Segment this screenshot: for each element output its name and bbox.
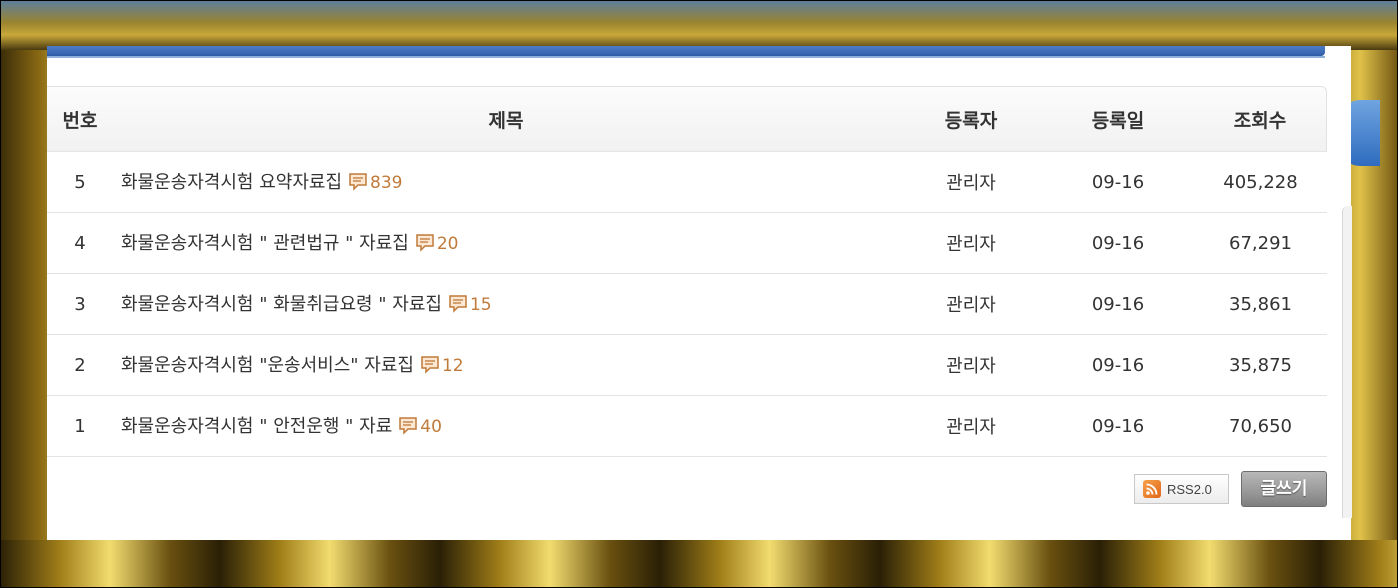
row-num: 2	[47, 335, 113, 396]
row-title-cell: 화물운송자격시험 "운송서비스" 자료집 12	[113, 335, 900, 396]
row-author: 관리자	[900, 396, 1042, 457]
row-views: 405,228	[1194, 152, 1327, 213]
comment-count[interactable]: 40	[420, 417, 442, 437]
post-title-link[interactable]: 화물운송자격시험 " 안전운행 " 자료	[121, 416, 392, 437]
panel-header-line	[47, 56, 1325, 58]
comment-count[interactable]: 12	[442, 356, 464, 376]
table-row: 4 화물운송자격시험 " 관련법규 " 자료집 20 관리자 09-16 67,291	[47, 213, 1327, 274]
row-num: 5	[47, 152, 113, 213]
speech-bubble-icon	[398, 416, 418, 441]
header-num: 번호	[47, 86, 113, 152]
header-author: 등록자	[900, 86, 1042, 152]
scrollbar[interactable]	[1342, 206, 1352, 518]
rss-button[interactable]: RSS2.0	[1134, 474, 1229, 504]
table-row: 2 화물운송자격시험 "운송서비스" 자료집 12 관리자 09-16 35,875	[47, 335, 1327, 396]
row-date: 09-16	[1042, 213, 1194, 274]
board-table-header: 번호 제목 등록자 등록일 조회수	[47, 86, 1327, 152]
post-title-link[interactable]: 화물운송자격시험 " 화물취급요령 " 자료집	[121, 294, 442, 315]
board-table-body: 5 화물운송자격시험 요약자료집 839 관리자 09-16 405,228 4 화물운송자격…	[47, 152, 1327, 457]
row-date: 09-16	[1042, 152, 1194, 213]
row-num: 4	[47, 213, 113, 274]
speech-bubble-icon	[348, 172, 368, 197]
panel-header-bar	[47, 46, 1325, 56]
row-views: 35,861	[1194, 274, 1327, 335]
row-title-cell: 화물운송자격시험 " 관련법규 " 자료집 20	[113, 213, 900, 274]
row-date: 09-16	[1042, 396, 1194, 457]
row-date: 09-16	[1042, 335, 1194, 396]
row-author: 관리자	[900, 213, 1042, 274]
table-row: 3 화물운송자격시험 " 화물취급요령 " 자료집 15 관리자 09-16 35,861	[47, 274, 1327, 335]
row-views: 35,875	[1194, 335, 1327, 396]
post-title-link[interactable]: 화물운송자격시험 "운송서비스" 자료집	[121, 355, 414, 376]
row-views: 70,650	[1194, 396, 1327, 457]
row-date: 09-16	[1042, 274, 1194, 335]
header-views: 조회수	[1194, 86, 1327, 152]
rss-feed-icon	[1143, 480, 1161, 498]
board-table: 번호 제목 등록자 등록일 조회수 5 화물운송자격시험 요약자료집 839 관리자 0…	[47, 86, 1327, 457]
comment-count[interactable]: 15	[470, 295, 492, 315]
row-title-cell: 화물운송자격시험 " 화물취급요령 " 자료집 15	[113, 274, 900, 335]
header-date: 등록일	[1042, 86, 1194, 152]
comment-count[interactable]: 20	[437, 234, 459, 254]
background-bottom	[0, 540, 1398, 588]
speech-bubble-icon	[448, 294, 468, 319]
speech-bubble-icon	[420, 355, 440, 380]
row-views: 67,291	[1194, 213, 1327, 274]
speech-bubble-icon	[415, 233, 435, 258]
post-title-link[interactable]: 화물운송자격시험 요약자료집	[121, 172, 342, 193]
comment-count[interactable]: 839	[370, 173, 402, 193]
row-num: 3	[47, 274, 113, 335]
header-title: 제목	[113, 86, 900, 152]
row-author: 관리자	[900, 274, 1042, 335]
background-top	[0, 0, 1398, 50]
row-num: 1	[47, 396, 113, 457]
table-row: 1 화물운송자격시험 " 안전운행 " 자료 40 관리자 09-16 70,650	[47, 396, 1327, 457]
row-title-cell: 화물운송자격시험 " 안전운행 " 자료 40	[113, 396, 900, 457]
table-row: 5 화물운송자격시험 요약자료집 839 관리자 09-16 405,228	[47, 152, 1327, 213]
rss-label: RSS2.0	[1167, 481, 1212, 497]
post-title-link[interactable]: 화물운송자격시험 " 관련법규 " 자료집	[121, 233, 409, 254]
row-title-cell: 화물운송자격시험 요약자료집 839	[113, 152, 900, 213]
write-post-button[interactable]: 글쓰기	[1241, 471, 1327, 507]
row-author: 관리자	[900, 335, 1042, 396]
row-author: 관리자	[900, 152, 1042, 213]
